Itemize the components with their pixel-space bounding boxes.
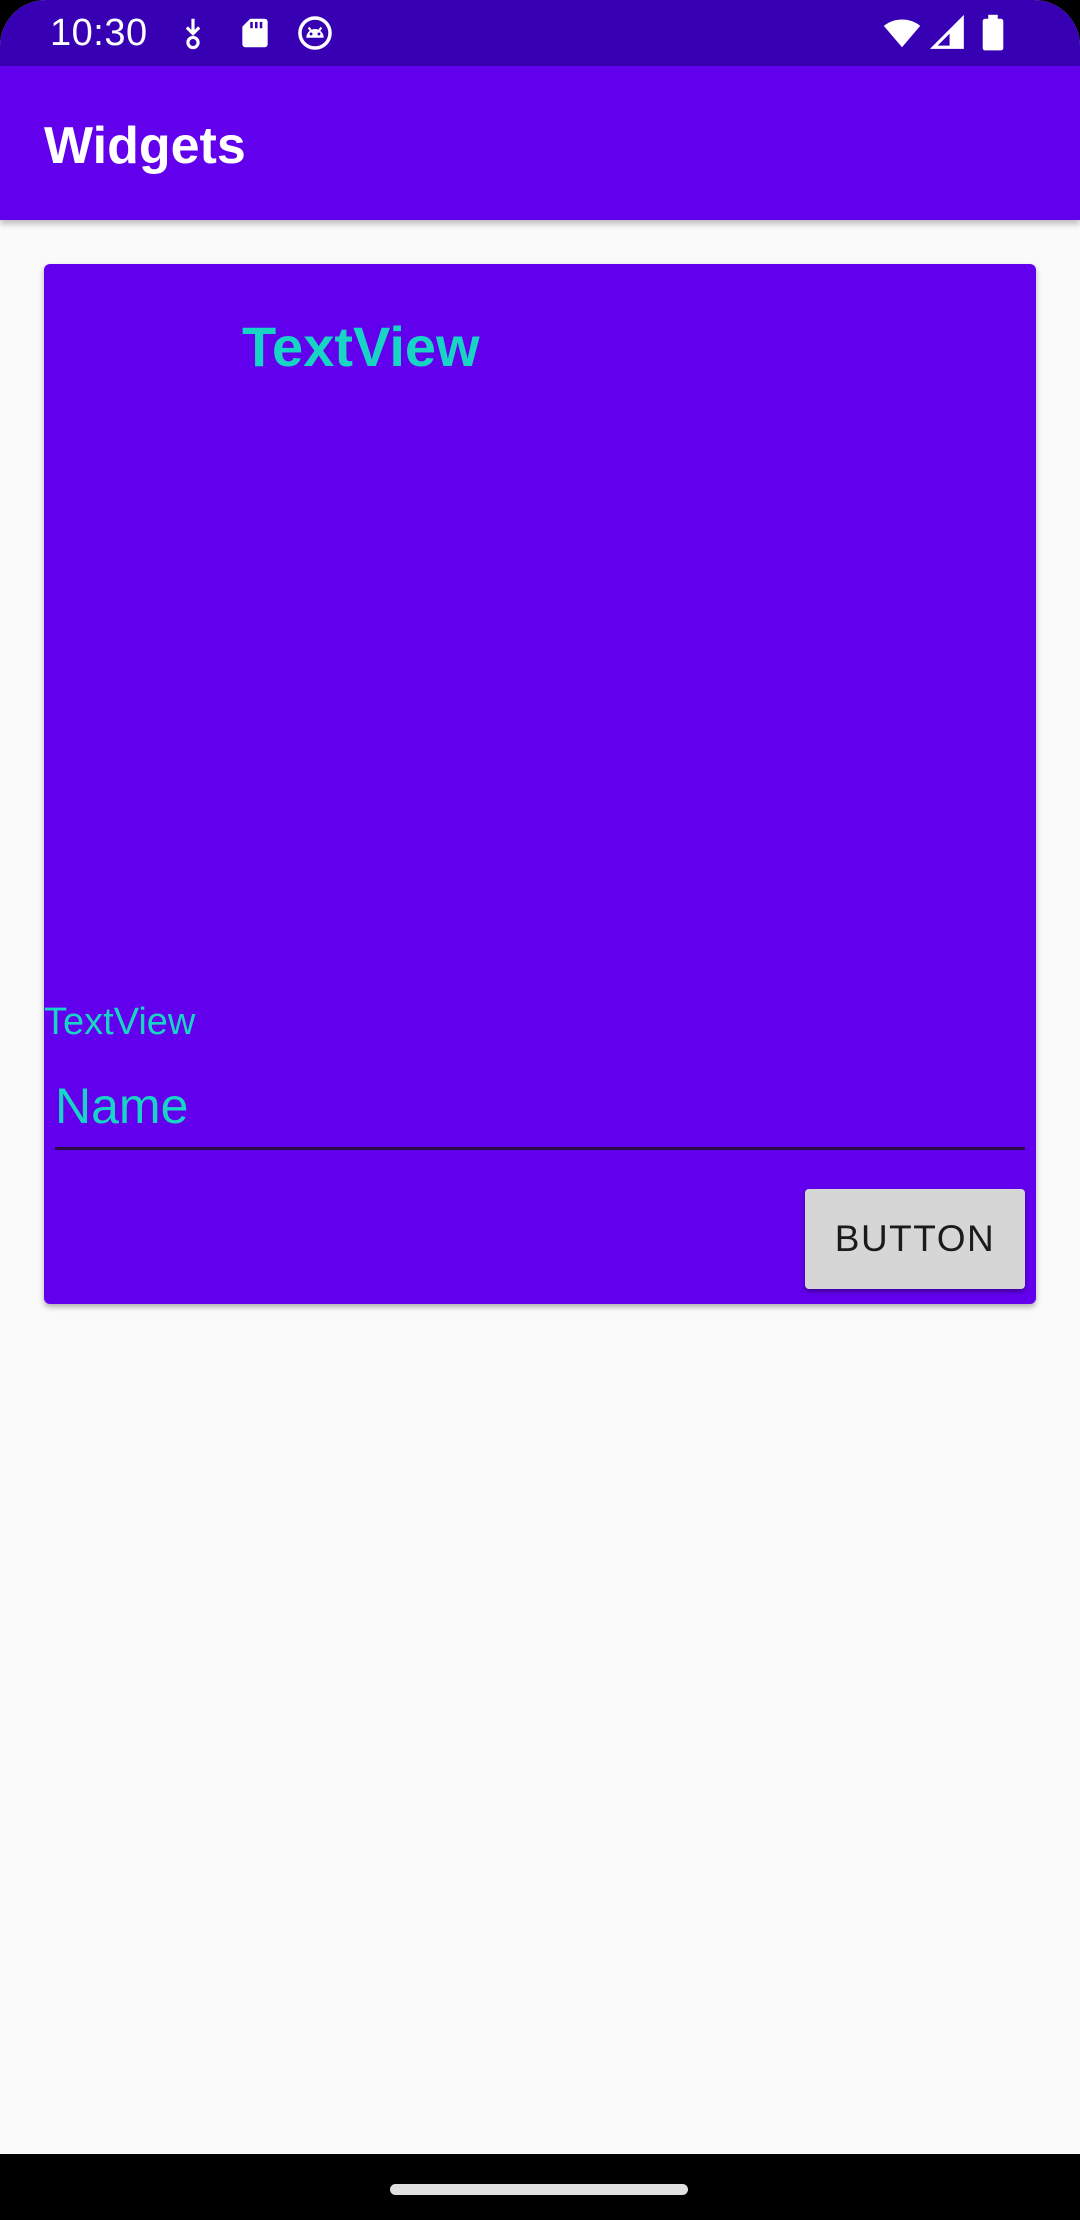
widget-card: TextView TextView BUTTON — [44, 264, 1036, 1304]
wifi-icon — [880, 14, 924, 52]
home-gesture-handle[interactable] — [390, 2184, 688, 2195]
screen: 10:30 Widgets TextView TextView BUTTON — [0, 0, 1080, 2220]
battery-icon — [978, 14, 1008, 52]
card-title-textview: TextView — [242, 315, 480, 378]
android-debug-icon — [296, 14, 334, 52]
sd-card-icon — [236, 14, 274, 52]
status-time: 10:30 — [50, 12, 148, 54]
name-input[interactable] — [55, 1064, 1025, 1150]
status-bar: 10:30 — [0, 0, 1080, 66]
card-button[interactable]: BUTTON — [805, 1189, 1025, 1289]
download-notification-icon — [174, 14, 212, 52]
card-label-textview: TextView — [44, 1001, 196, 1043]
app-title: Widgets — [44, 117, 246, 175]
cell-signal-icon — [928, 14, 968, 52]
navigation-bar — [0, 2154, 1080, 2220]
app-bar: Widgets — [0, 66, 1080, 220]
